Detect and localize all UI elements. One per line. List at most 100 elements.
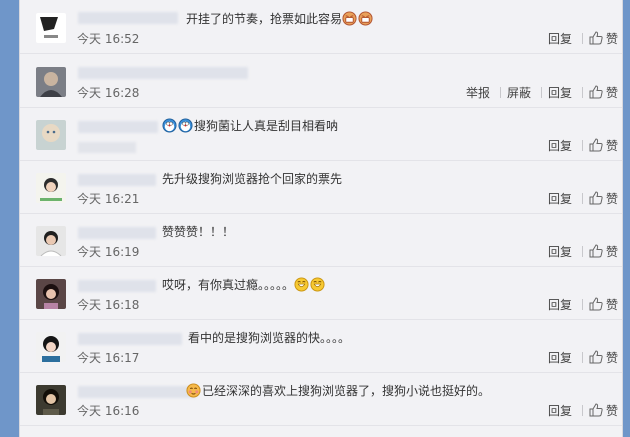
divider (581, 352, 583, 363)
time-blurred (78, 142, 136, 153)
comment-item: 今天 16:28 举报 屏蔽 回复 赞 (20, 54, 622, 108)
comment-item: 搜狗菌让人真是刮目相看呐 回复 赞 (20, 107, 622, 161)
like-label: 赞 (605, 139, 618, 153)
avatar[interactable] (36, 67, 66, 97)
comment-time: 今天 16:19 (77, 245, 140, 259)
comment-text: 搜狗菌让人真是刮目相看呐 (162, 118, 338, 134)
comment-text: 已经深深的喜欢上搜狗浏览器了，搜狗小说也挺好的。 (186, 383, 490, 399)
reply-button[interactable]: 回复 (548, 351, 572, 365)
avatar[interactable] (36, 279, 66, 309)
divider (581, 33, 583, 44)
avatar[interactable] (36, 385, 66, 415)
avatar[interactable] (36, 120, 66, 150)
emoji-laugh-icon (358, 11, 373, 26)
comment-item: 哎呀，有你真过瘾。。。。。 今天 16:18 回复 赞 (20, 266, 622, 320)
divider (581, 299, 583, 310)
like-button[interactable]: 赞 (589, 85, 618, 100)
username-blurred[interactable] (78, 174, 156, 186)
report-button[interactable]: 举报 (466, 86, 490, 100)
comment-text-body: 已经深深的喜欢上搜狗浏览器了，搜狗小说也挺好的。 (202, 384, 491, 398)
comment-actions: 回复 赞 (548, 138, 618, 154)
reply-button[interactable]: 回复 (548, 192, 572, 206)
comment-time: 今天 16:28 (77, 86, 140, 100)
avatar[interactable] (36, 173, 66, 203)
like-button[interactable]: 赞 (589, 31, 618, 46)
like-button[interactable]: 赞 (589, 297, 618, 312)
comment-time: 今天 16:52 (77, 32, 140, 46)
comment-time: 今天 16:21 (77, 192, 140, 206)
divider (581, 193, 583, 204)
comment-item: 开挂了的节奏，抢票如此容易 今天 16:52 回复 赞 (20, 0, 622, 54)
comment-time: 今天 16:16 (77, 404, 140, 418)
comment-text-body: 赞赞赞！！！ (162, 225, 235, 239)
comment-text-body: 先升级搜狗浏览器抢个回家的票先 (162, 172, 343, 186)
comment-item: 先升级搜狗浏览器抢个回家的票先 今天 16:21 回复 赞 (20, 160, 622, 214)
username-blurred[interactable] (78, 121, 158, 133)
divider (581, 405, 583, 416)
like-label: 赞 (605, 351, 618, 365)
like-button[interactable]: 赞 (589, 350, 618, 365)
comment-item: 已经深深的喜欢上搜狗浏览器了，搜狗小说也挺好的。 今天 16:16 回复 赞 (20, 372, 622, 426)
comment-actions: 回复 赞 (548, 31, 618, 47)
comment-text-body: 开挂了的节奏，抢票如此容易 (186, 12, 343, 26)
divider (581, 140, 583, 151)
divider (581, 246, 583, 257)
comment-item: 看中的是搜狗浏览器的快。。。。 今天 16:17 回复 赞 (20, 319, 622, 373)
comment-actions: 举报 屏蔽 回复 赞 (466, 85, 618, 101)
avatar[interactable] (36, 332, 66, 362)
comment-text: 哎呀，有你真过瘾。。。。。 (162, 277, 326, 293)
comment-text: 赞赞赞！！！ (162, 224, 234, 240)
like-label: 赞 (605, 298, 618, 312)
like-button[interactable]: 赞 (589, 403, 618, 418)
emoji-grin-icon (294, 277, 309, 292)
reply-button[interactable]: 回复 (548, 298, 572, 312)
thumbs-up-icon (589, 85, 603, 99)
comment-text: 看中的是搜狗浏览器的快。。。。 (188, 330, 350, 346)
reply-button[interactable]: 回复 (548, 245, 572, 259)
comment-text-body: 搜狗菌让人真是刮目相看呐 (194, 119, 339, 133)
thumbs-up-icon (589, 297, 603, 311)
like-label: 赞 (605, 192, 618, 206)
emoji-blush-icon (186, 383, 201, 398)
thumbs-up-icon (589, 138, 603, 152)
comment-time: 今天 16:17 (77, 351, 140, 365)
avatar[interactable] (36, 226, 66, 256)
like-label: 赞 (605, 86, 618, 100)
like-label: 赞 (605, 404, 618, 418)
comment-actions: 回复 赞 (548, 244, 618, 260)
username-blurred[interactable] (78, 12, 178, 24)
thumbs-up-icon (589, 244, 603, 258)
thumbs-up-icon (589, 31, 603, 45)
doraemon-icon (178, 118, 193, 133)
reply-button[interactable]: 回复 (548, 86, 572, 100)
divider (540, 87, 542, 98)
comment-text: 开挂了的节奏，抢票如此容易 (186, 11, 374, 27)
username-blurred[interactable] (78, 227, 156, 239)
comment-text-body: 看中的是搜狗浏览器的快。。。。 (188, 331, 351, 345)
username-blurred[interactable] (78, 280, 156, 292)
block-button[interactable]: 屏蔽 (507, 86, 531, 100)
comment-actions: 回复 赞 (548, 350, 618, 366)
comment-item: 赞赞赞！！！ 今天 16:19 回复 赞 (20, 213, 622, 267)
emoji-grin-icon (310, 277, 325, 292)
like-button[interactable]: 赞 (589, 191, 618, 206)
comment-actions: 回复 赞 (548, 403, 618, 419)
reply-button[interactable]: 回复 (548, 404, 572, 418)
divider (581, 87, 583, 98)
avatar[interactable] (36, 13, 66, 43)
like-button[interactable]: 赞 (589, 244, 618, 259)
like-button[interactable]: 赞 (589, 138, 618, 153)
reply-button[interactable]: 回复 (548, 32, 572, 46)
thumbs-up-icon (589, 191, 603, 205)
comment-actions: 回复 赞 (548, 297, 618, 313)
like-label: 赞 (605, 245, 618, 259)
comment-list: 开挂了的节奏，抢票如此容易 今天 16:52 回复赞 今天 16:28 举报 屏蔽… (19, 0, 623, 437)
reply-button[interactable]: 回复 (548, 139, 572, 153)
username-blurred[interactable] (78, 386, 196, 398)
doraemon-icon (162, 118, 177, 133)
comment-time: 今天 16:18 (77, 298, 140, 312)
username-blurred[interactable] (78, 333, 182, 345)
username-blurred[interactable] (78, 67, 248, 79)
thumbs-up-icon (589, 350, 603, 364)
thumbs-up-icon (589, 403, 603, 417)
